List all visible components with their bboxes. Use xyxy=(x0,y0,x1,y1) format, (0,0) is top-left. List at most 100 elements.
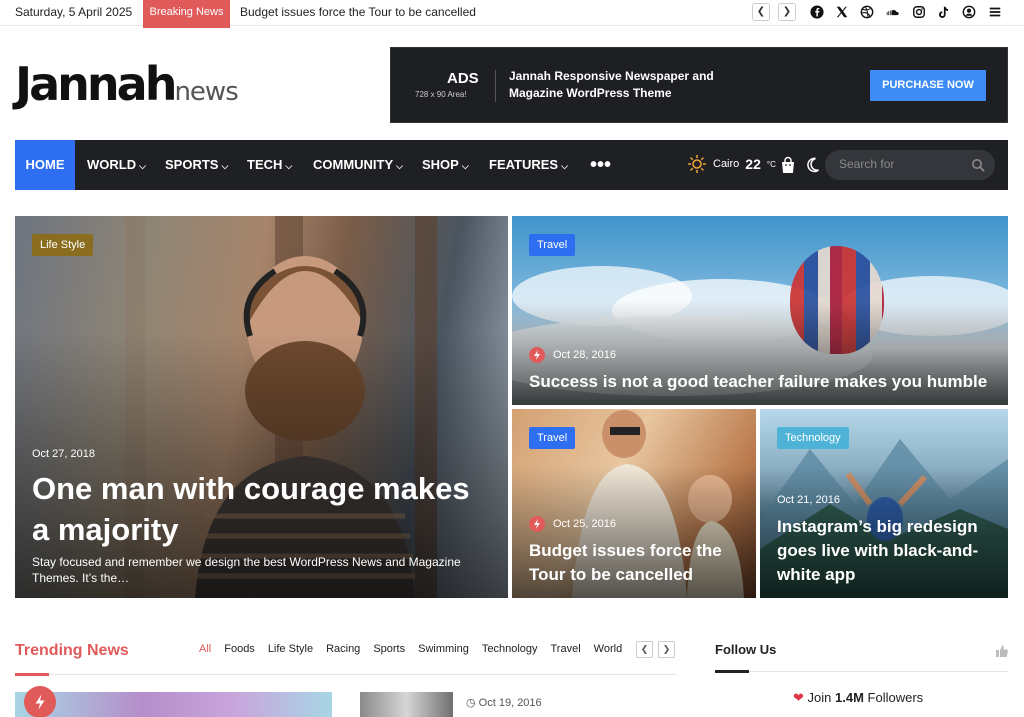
category-badge[interactable]: Life Style xyxy=(32,234,94,256)
site-logo[interactable]: Jannahnews xyxy=(15,57,239,111)
tab-travel[interactable]: Travel xyxy=(551,643,581,655)
followers-suffix: Followers xyxy=(867,690,924,705)
nav-item-label: FEATURES xyxy=(489,157,559,172)
nav-item-shop[interactable]: SHOP ⌵ xyxy=(422,140,469,190)
nav-item-label: WORLD xyxy=(87,157,137,172)
post-title[interactable]: Instagram’s big redesign goes live with … xyxy=(777,515,997,587)
dribbble-icon[interactable] xyxy=(858,3,876,21)
nav-item-label: SHOP xyxy=(422,157,459,172)
featured-post-top-right[interactable]: Travel Oct 28, 2016 Success is not a goo… xyxy=(512,216,1008,405)
nav-item-features[interactable]: FEATURES ⌵ xyxy=(489,140,568,190)
post-title[interactable]: Budget issues force the Tour to be cance… xyxy=(529,539,744,587)
post-meta: Oct 25, 2016 xyxy=(529,516,616,532)
logo-sub-text: news xyxy=(174,77,238,107)
post-date: ◷ Oct 19, 2016 xyxy=(466,696,542,709)
tab-racing[interactable]: Racing xyxy=(326,643,360,655)
shopping-bag-icon[interactable] xyxy=(780,156,796,179)
ad-text: Jannah Responsive Newspaper and Magazine… xyxy=(509,69,714,100)
trending-news-heading: Trending News xyxy=(15,642,129,659)
moon-icon[interactable] xyxy=(805,156,821,179)
nav-item-home[interactable]: HOME xyxy=(15,140,75,190)
logo-main-text: Jannah xyxy=(15,57,177,111)
post-excerpt: Stay focused and remember we design the … xyxy=(32,555,461,585)
nav-item-tech[interactable]: TECH ⌵ xyxy=(247,140,292,190)
section-accent xyxy=(715,670,749,673)
heart-icon: ❤ xyxy=(793,690,804,705)
tab-world[interactable]: World xyxy=(594,643,623,655)
post-date: Oct 21, 2016 xyxy=(777,494,840,506)
featured-post-bottom-right[interactable]: Technology Oct 21, 2016 Instagram’s big … xyxy=(760,409,1008,598)
clock-icon: ◷ xyxy=(466,697,476,709)
sun-icon xyxy=(688,155,706,173)
post-meta: Oct 28, 2016 xyxy=(529,347,616,363)
tab-sports[interactable]: Sports xyxy=(373,643,405,655)
post-date: Oct 25, 2016 xyxy=(553,518,616,530)
post-date-text: Oct 19, 2016 xyxy=(478,697,542,709)
top-bar: Saturday, 5 April 2025 Breaking News Bud… xyxy=(0,0,1024,28)
chevron-down-icon: ⌵ xyxy=(139,161,146,171)
join-followers[interactable]: ❤ Join 1.4M Followers xyxy=(793,690,923,706)
facebook-icon[interactable] xyxy=(808,3,826,21)
ad-size: 728 x 90 Area! xyxy=(415,90,467,99)
chevron-left-icon[interactable]: ❮ xyxy=(636,641,653,658)
bolt-icon xyxy=(24,686,56,717)
nav-item-label: TECH xyxy=(247,157,283,172)
tab-life-style[interactable]: Life Style xyxy=(268,643,313,655)
main-navigation: HOME WORLD ⌵ SPORTS ⌵ TECH ⌵ COMMUNITY ⌵ SHO… xyxy=(15,140,1008,190)
nav-item-sports[interactable]: SPORTS ⌵ xyxy=(165,140,228,190)
weather-temperature: 22 xyxy=(745,156,761,172)
section-divider xyxy=(715,671,1008,672)
bolt-icon xyxy=(529,516,545,532)
followers-count: 1.4M xyxy=(835,690,864,705)
user-icon[interactable] xyxy=(960,3,978,21)
join-prefix: Join xyxy=(807,690,832,705)
tab-technology[interactable]: Technology xyxy=(482,643,538,655)
nav-item-world[interactable]: WORLD ⌵ xyxy=(87,140,146,190)
more-menu-button[interactable]: ••• xyxy=(590,140,611,190)
chevron-down-icon: ⌵ xyxy=(561,161,568,171)
post-title[interactable]: One man with courage makes a majority xyxy=(32,468,492,550)
follow-us-heading: Follow Us xyxy=(715,642,777,657)
post-date: Oct 28, 2016 xyxy=(553,349,616,361)
search-input[interactable] xyxy=(839,157,969,171)
chevron-down-icon: ⌵ xyxy=(221,161,229,171)
section-accent xyxy=(15,673,49,676)
soundcloud-icon[interactable] xyxy=(884,3,902,21)
nav-item-label: COMMUNITY xyxy=(313,157,394,172)
section-divider xyxy=(15,674,677,675)
nav-item-community[interactable]: COMMUNITY ⌵ xyxy=(313,140,403,190)
search-box xyxy=(825,150,995,180)
post-thumbnail[interactable] xyxy=(360,692,453,717)
chevron-down-icon: ⌵ xyxy=(461,161,469,171)
ad-title: ADS xyxy=(447,70,479,87)
weather-widget: Cairo 22 °C xyxy=(687,154,776,174)
x-icon[interactable] xyxy=(833,3,851,21)
tab-swimming[interactable]: Swimming xyxy=(418,643,469,655)
post-date: Oct 27, 2018 xyxy=(32,448,95,460)
instagram-icon[interactable] xyxy=(910,3,928,21)
purchase-now-button[interactable]: PURCHASE NOW xyxy=(870,70,986,101)
chevron-down-icon: ⌵ xyxy=(285,161,293,171)
chevron-right-icon[interactable]: ❯ xyxy=(658,641,675,658)
featured-post-main[interactable]: Life Style Oct 27, 2018 One man with cou… xyxy=(15,216,508,598)
category-badge[interactable]: Travel xyxy=(529,234,576,256)
search-icon[interactable] xyxy=(971,158,985,177)
ad-banner[interactable]: ADS 728 x 90 Area! Jannah Responsive New… xyxy=(390,47,1008,123)
breaking-news-ticker-link[interactable]: Budget issues force the Tour to be cance… xyxy=(240,5,476,19)
category-badge[interactable]: Travel xyxy=(529,427,576,449)
tiktok-icon[interactable] xyxy=(934,3,952,21)
current-date: Saturday, 5 April 2025 xyxy=(15,5,133,19)
menu-icon[interactable] xyxy=(986,3,1004,21)
tab-foods[interactable]: Foods xyxy=(224,643,255,655)
tab-all[interactable]: All xyxy=(199,643,211,655)
thumbs-up-icon xyxy=(996,644,1008,662)
chevron-left-icon[interactable]: ❮ xyxy=(752,3,770,21)
chevron-right-icon[interactable]: ❯ xyxy=(778,3,796,21)
bolt-icon xyxy=(529,347,545,363)
category-badge[interactable]: Technology xyxy=(777,427,849,449)
ad-divider xyxy=(495,70,496,102)
post-title[interactable]: Success is not a good teacher failure ma… xyxy=(529,371,999,393)
trending-tabs: All Foods Life Style Racing Sports Swimm… xyxy=(199,643,622,655)
featured-post-bottom-left[interactable]: Travel Oct 25, 2016 Budget issues force … xyxy=(512,409,756,598)
post-thumbnail[interactable] xyxy=(15,686,332,717)
